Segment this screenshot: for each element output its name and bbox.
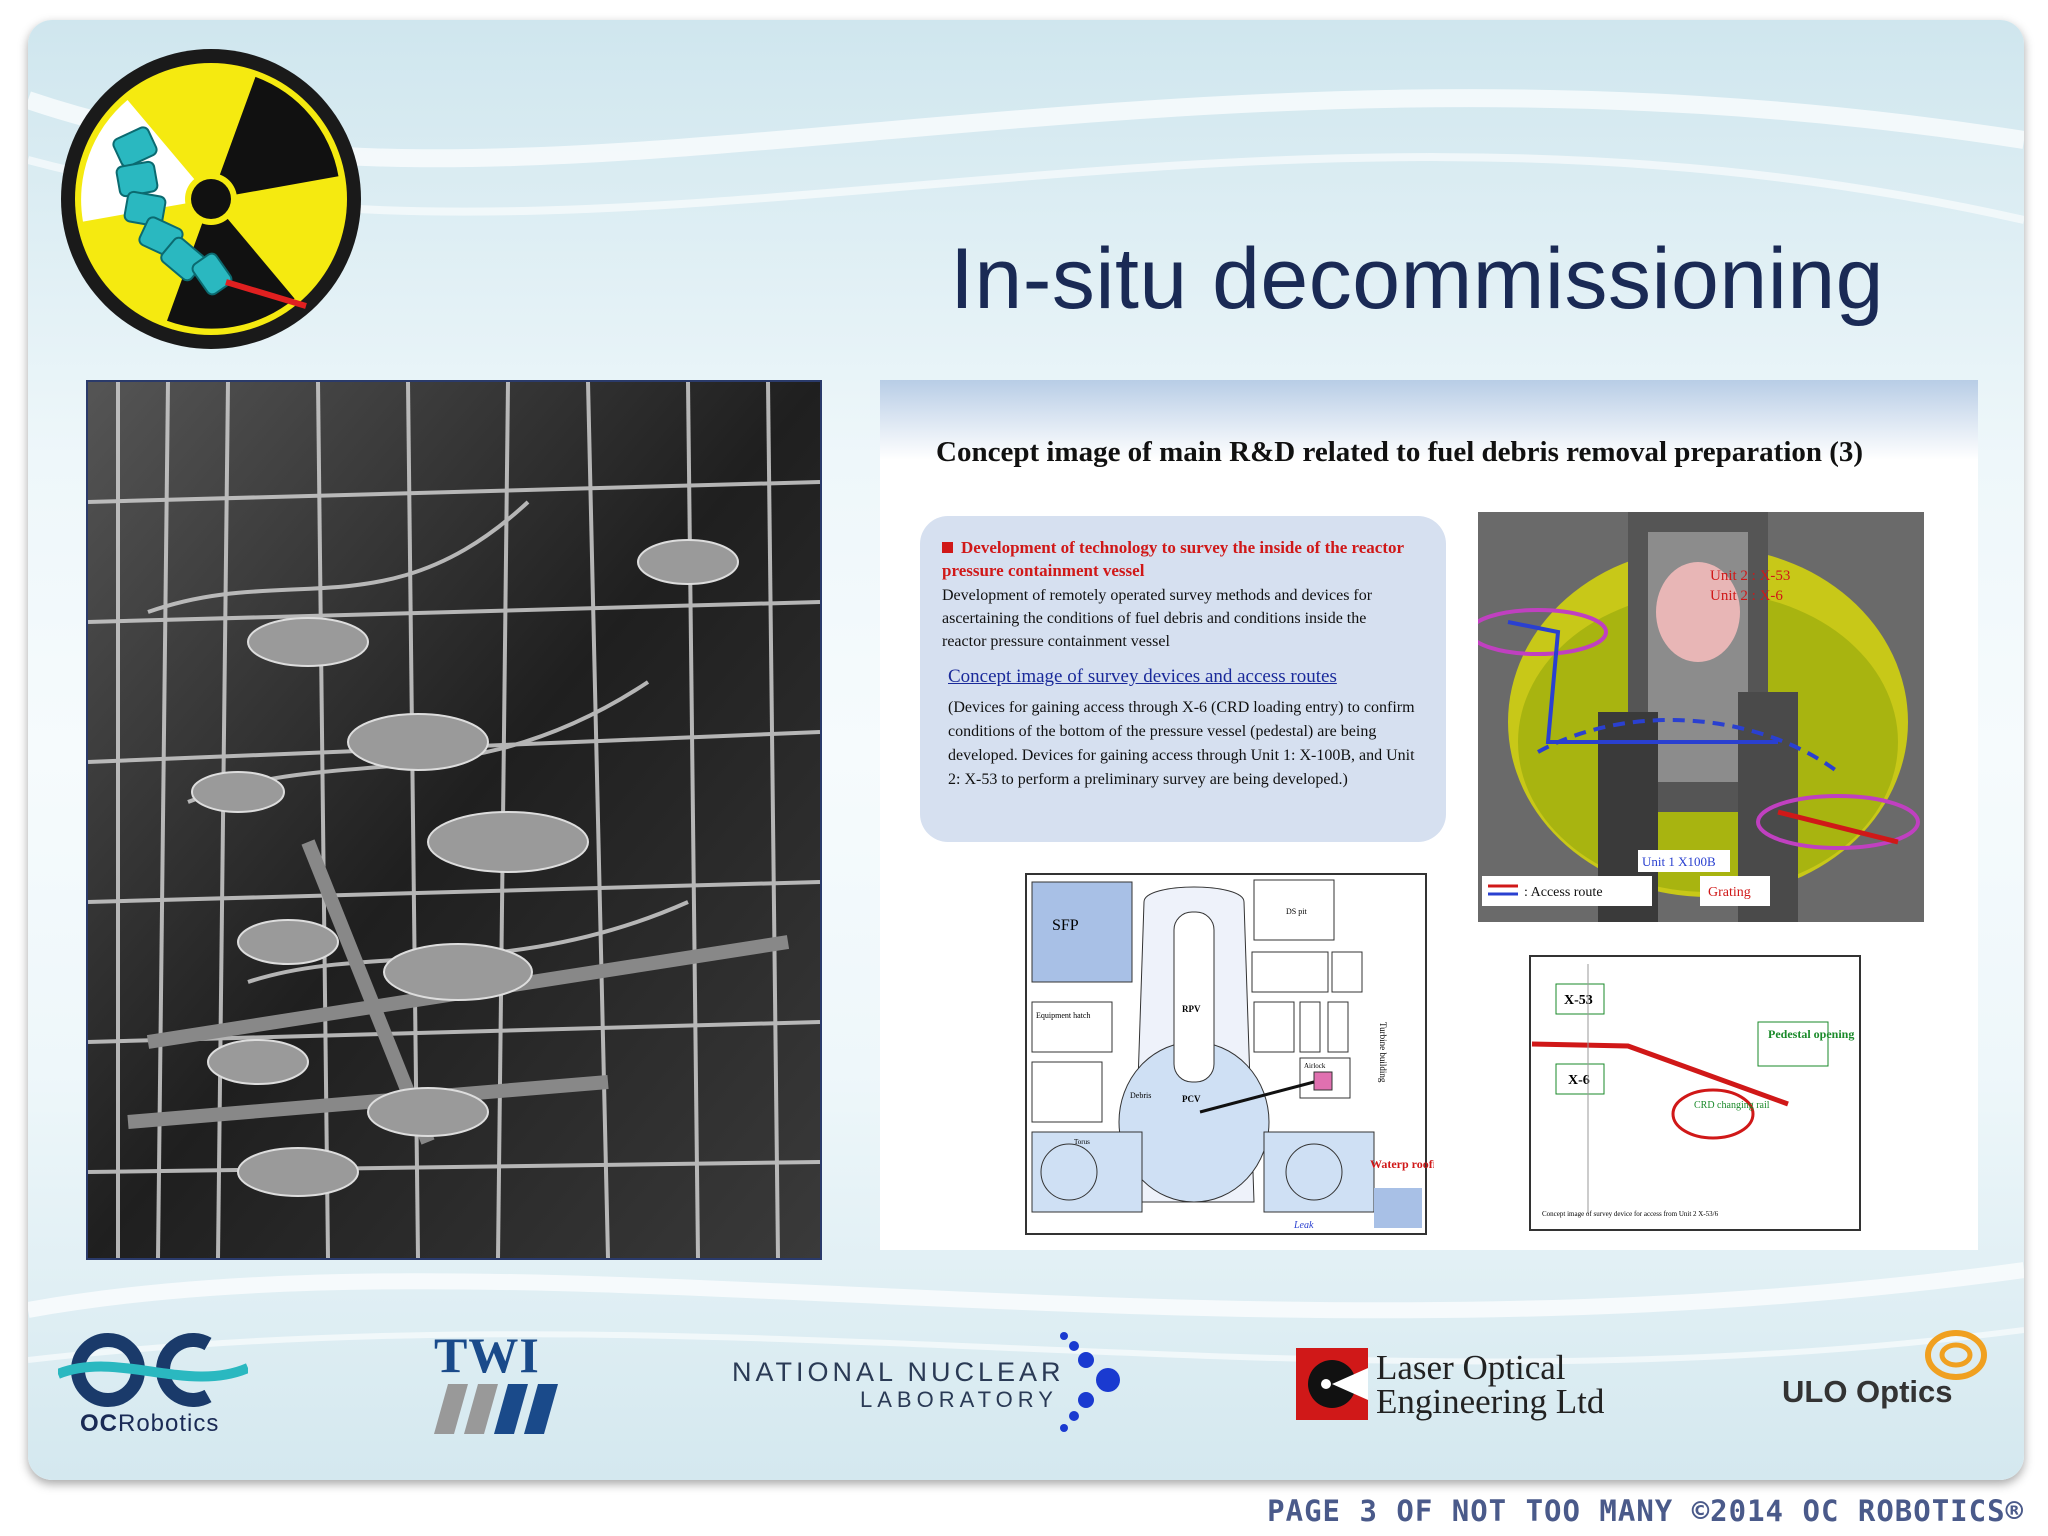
info-heading: Development of technology to survey the … <box>942 536 1412 582</box>
rail-caption: Concept image of survey device for acces… <box>1542 1210 1719 1218</box>
building-plan-diagram: SFP DS pit Equipment hatch RPV PCV Debri… <box>1025 873 1434 1235</box>
label-pcv: PCV <box>1182 1094 1201 1104</box>
label-x6: X-6 <box>1568 1073 1590 1088</box>
label-torus: Torus <box>1074 1138 1090 1146</box>
reactor-photo-drawing <box>88 382 820 1258</box>
info-detail: (Devices for gaining access through X-6 … <box>948 699 1415 788</box>
label-access-route: : Access route <box>1524 885 1603 900</box>
panel-title: Concept image of main R&D related to fue… <box>936 436 1864 468</box>
info-body: Development of remotely operated survey … <box>942 587 1373 650</box>
pedestal-3d-diagram: Unit 2 : X-53 Unit 2 : X-6 Unit 1 X100B … <box>1478 512 1924 922</box>
label-rpv: RPV <box>1182 1004 1201 1014</box>
label-leak: Leak <box>1293 1220 1314 1231</box>
crd-rail-diagram: X-53 X-6 Pedestal opening CRD changing r… <box>1529 955 1861 1231</box>
label-unit2-x53: Unit 2 : X-53 <box>1710 568 1790 584</box>
nnl-line1: NATIONAL NUCLEAR <box>732 1357 1065 1387</box>
label-unit1-x100b: Unit 1 X100B <box>1642 854 1716 869</box>
reactor-photo <box>86 380 822 1260</box>
label-unit2-x6: Unit 2 : X-6 <box>1710 588 1783 604</box>
radiation-robot-icon <box>61 49 361 349</box>
concept-panel: Concept image of main R&D related to fue… <box>880 380 1978 1250</box>
label-equipment-hatch: Equipment hatch <box>1036 1011 1090 1020</box>
oc-prefix: OC <box>80 1410 118 1437</box>
label-pedestal-opening: Pedestal opening <box>1768 1027 1854 1041</box>
oc-robotics-text: OCRobotics <box>80 1410 219 1438</box>
page-footer-note: PAGE 3 OF NOT TOO MANY ©2014 OC ROBOTICS… <box>1267 1494 2024 1528</box>
label-debris: Debris <box>1130 1091 1151 1100</box>
info-heading-text: Development of technology to survey the … <box>942 538 1404 580</box>
oc-suffix: Robotics <box>118 1410 220 1437</box>
info-link[interactable]: Concept image of survey devices and acce… <box>948 666 1337 688</box>
loe-line2: Engineering Ltd <box>1376 1382 1605 1421</box>
nnl-dots-logo <box>1060 1332 1120 1432</box>
oc-robotics-logo <box>58 1333 248 1407</box>
info-box: Development of technology to survey the … <box>920 516 1446 842</box>
label-crd-rail: CRD changing rail <box>1694 1100 1770 1111</box>
ulo-text: ULO Optics <box>1782 1374 1953 1409</box>
twi-logo <box>434 1384 558 1434</box>
twi-text: TWI <box>434 1327 540 1383</box>
nnl-line2: LABORATORY <box>860 1387 1058 1412</box>
label-turbine-building: Turbine building <box>1378 1022 1388 1083</box>
label-waterproofing: Waterp roofing <box>1370 1157 1434 1171</box>
label-ds-pit: DS pit <box>1286 907 1307 916</box>
label-grating: Grating <box>1708 885 1751 900</box>
ulo-logo <box>1925 1330 1987 1380</box>
slide-title: In-situ decommissioning <box>950 231 1884 327</box>
bullet-square-icon <box>942 542 953 553</box>
label-airlock: Airlock <box>1304 1062 1326 1070</box>
loe-logo <box>1296 1348 1368 1420</box>
label-sfp: SFP <box>1052 917 1079 934</box>
